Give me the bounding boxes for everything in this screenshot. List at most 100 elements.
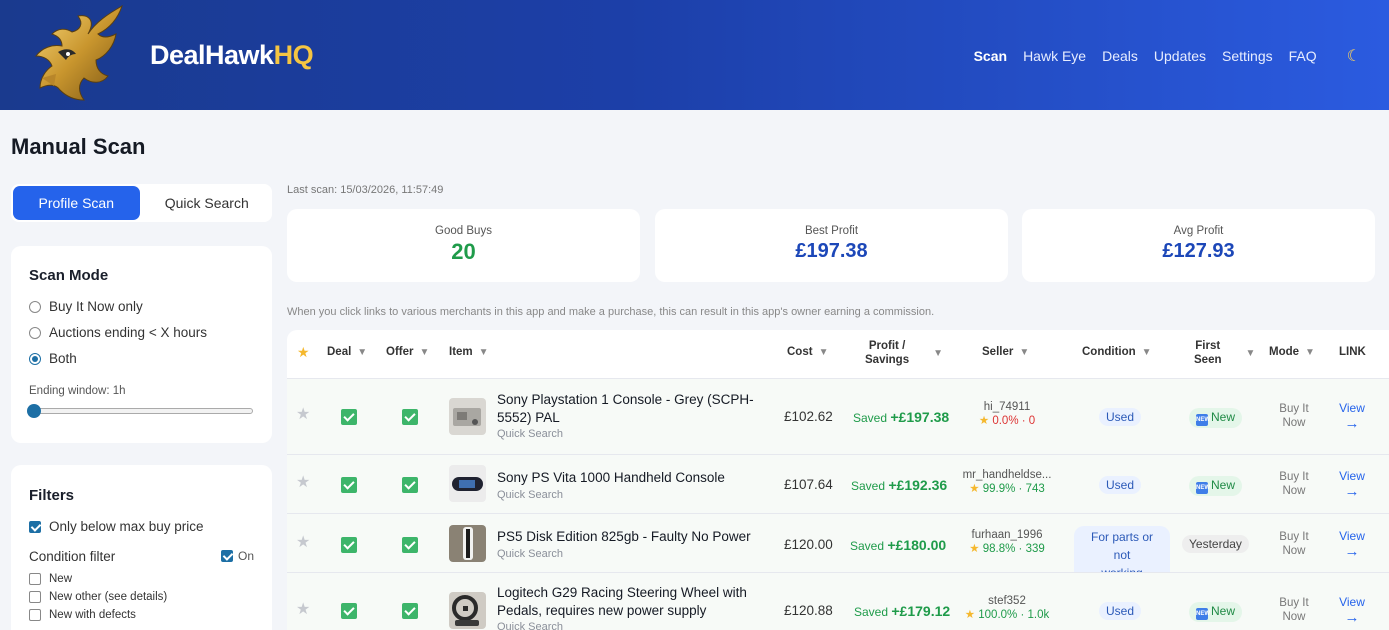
item-title[interactable]: PS5 Disk Edition 825gb - Faulty No Power bbox=[497, 528, 751, 546]
table-row[interactable]: ★ PS5 Disk Edition 825gb - Faulty No Pow… bbox=[287, 514, 1389, 584]
table-row[interactable]: ★ Sony Playstation 1 Console - Grey (SCP… bbox=[287, 379, 1389, 454]
item-thumbnail[interactable] bbox=[449, 525, 486, 562]
below-max-checkbox[interactable] bbox=[29, 520, 41, 533]
filter-icon[interactable]: ▼ bbox=[1246, 348, 1256, 359]
scan-type-tabs: Profile Scan Quick Search bbox=[11, 184, 272, 222]
arrow-right-icon[interactable]: → bbox=[1345, 543, 1360, 560]
tab-profile-scan[interactable]: Profile Scan bbox=[13, 186, 140, 220]
condition-filter-toggle[interactable]: On bbox=[220, 549, 254, 563]
radio-button[interactable] bbox=[29, 326, 41, 339]
view-link[interactable]: View → bbox=[1334, 468, 1370, 500]
filter-icon[interactable]: ▼ bbox=[1142, 347, 1152, 358]
col-cost[interactable]: Cost ▼ bbox=[787, 346, 828, 358]
col-first-seen[interactable]: First Seen ▼ bbox=[1194, 339, 1255, 367]
deal-check-icon bbox=[341, 603, 357, 619]
filters-title: Filters bbox=[29, 487, 75, 504]
filters-card: Filters Only below max buy price Conditi… bbox=[11, 465, 272, 630]
star-icon[interactable]: ★ bbox=[296, 599, 310, 619]
radio-buy-it-now[interactable]: Buy It Now only bbox=[29, 299, 143, 314]
filter-icon[interactable]: ▼ bbox=[1305, 347, 1315, 358]
item-thumbnail[interactable] bbox=[449, 465, 486, 502]
nav-scan[interactable]: Scan bbox=[974, 48, 1007, 64]
star-icon[interactable]: ★ bbox=[296, 532, 310, 552]
item-thumbnail[interactable] bbox=[449, 398, 486, 435]
radio-button-selected[interactable] bbox=[29, 352, 41, 365]
item-title[interactable]: Sony Playstation 1 Console - Grey (SCPH-… bbox=[497, 391, 754, 427]
condition-badge: Used bbox=[1099, 476, 1142, 494]
condition-filter-label: Condition filter bbox=[29, 549, 116, 564]
star-icon[interactable]: ★ bbox=[296, 472, 310, 492]
col-condition[interactable]: Condition ▼ bbox=[1082, 346, 1152, 358]
hawk-logo-icon[interactable] bbox=[18, 4, 130, 104]
item-cost: £102.62 bbox=[784, 409, 833, 424]
col-item[interactable]: Item ▼ bbox=[449, 346, 489, 358]
moon-icon[interactable]: ☾ bbox=[1347, 46, 1361, 66]
ending-window-slider[interactable] bbox=[27, 404, 253, 418]
radio-button[interactable] bbox=[29, 300, 41, 313]
brand-name[interactable]: DealHawkHQ bbox=[150, 40, 314, 71]
view-link[interactable]: View → bbox=[1334, 400, 1370, 432]
condition-new-other-checkbox[interactable] bbox=[29, 591, 41, 603]
star-header-icon[interactable]: ★ bbox=[297, 344, 310, 361]
view-link[interactable]: View → bbox=[1334, 594, 1370, 626]
results-table: ★ Deal ▼ Offer ▼ Item ▼ Cost ▼ Profit / Savin… bbox=[287, 330, 1389, 630]
item-cost: £107.64 bbox=[784, 477, 833, 492]
seller-info[interactable]: stef352 ★ 100.0% · 1.0k bbox=[952, 595, 1062, 621]
condition-toggle-checkbox[interactable] bbox=[220, 550, 233, 562]
item-title[interactable]: Sony PS Vita 1000 Handheld Console bbox=[497, 469, 725, 487]
table-row[interactable]: ★ Sony PS Vita 1000 Handheld Console Qui… bbox=[287, 455, 1389, 513]
condition-new-other-row[interactable]: New other (see details) bbox=[29, 591, 167, 603]
filter-icon[interactable]: ▼ bbox=[479, 347, 489, 358]
col-profit[interactable]: Profit / Savings ▼ bbox=[865, 339, 943, 367]
nav-updates[interactable]: Updates bbox=[1154, 48, 1206, 64]
seller-name: mr_handheldse... bbox=[962, 469, 1052, 481]
nav-settings[interactable]: Settings bbox=[1222, 48, 1273, 64]
nav-faq[interactable]: FAQ bbox=[1289, 48, 1317, 64]
col-offer[interactable]: Offer ▼ bbox=[386, 346, 429, 358]
table-row[interactable]: ★ Logitech G29 Racing Steering Wheel wit… bbox=[287, 573, 1389, 630]
filter-icon[interactable]: ▼ bbox=[933, 348, 943, 359]
arrow-right-icon[interactable]: → bbox=[1345, 609, 1360, 626]
offer-check-icon bbox=[402, 477, 418, 493]
arrow-right-icon[interactable]: → bbox=[1345, 415, 1360, 432]
stat-value: £127.93 bbox=[1162, 240, 1235, 262]
tab-quick-search[interactable]: Quick Search bbox=[144, 186, 271, 220]
stat-value: 20 bbox=[451, 239, 476, 264]
seller-info[interactable]: furhaan_1996 ★ 98.8% · 339 bbox=[952, 529, 1062, 555]
item-profit: Saved +£180.00 bbox=[850, 537, 947, 553]
item-thumbnail[interactable] bbox=[449, 592, 486, 629]
scan-mode-card: Scan Mode Buy It Now only Auctions endin… bbox=[11, 246, 272, 443]
ending-window-label: Ending window: 1h bbox=[29, 385, 126, 397]
filter-icon[interactable]: ▼ bbox=[357, 347, 367, 358]
new-icon: NEW bbox=[1196, 608, 1210, 620]
col-deal[interactable]: Deal ▼ bbox=[327, 346, 367, 358]
radio-both[interactable]: Both bbox=[29, 351, 77, 366]
radio-auctions[interactable]: Auctions ending < X hours bbox=[29, 325, 207, 340]
item-profit: Saved +£179.12 bbox=[854, 603, 951, 619]
condition-new-row[interactable]: New bbox=[29, 573, 72, 585]
first-seen-badge: Yesterday bbox=[1182, 535, 1249, 553]
seller-info[interactable]: hi_74911 ★ 0.0% · 0 bbox=[952, 401, 1062, 427]
nav-deals[interactable]: Deals bbox=[1102, 48, 1138, 64]
star-icon: ★ bbox=[978, 415, 990, 427]
arrow-right-icon[interactable]: → bbox=[1345, 483, 1360, 500]
below-max-checkbox-row[interactable]: Only below max buy price bbox=[29, 519, 204, 534]
nav-hawk-eye[interactable]: Hawk Eye bbox=[1023, 48, 1086, 64]
col-mode[interactable]: Mode ▼ bbox=[1269, 346, 1315, 358]
item-title[interactable]: Logitech G29 Racing Steering Wheel with P… bbox=[497, 584, 747, 620]
condition-new-defects-checkbox[interactable] bbox=[29, 609, 41, 621]
seller-rating: ★ 100.0% · 1.0k bbox=[964, 609, 1050, 621]
filter-icon[interactable]: ▼ bbox=[819, 347, 829, 358]
filter-icon[interactable]: ▼ bbox=[1019, 347, 1029, 358]
item-source: Quick Search bbox=[497, 428, 564, 440]
col-seller[interactable]: Seller ▼ bbox=[982, 346, 1029, 358]
slider-handle[interactable] bbox=[27, 404, 41, 418]
filter-icon[interactable]: ▼ bbox=[419, 347, 429, 358]
condition-new-defects-row[interactable]: New with defects bbox=[29, 609, 136, 621]
star-icon[interactable]: ★ bbox=[296, 404, 310, 424]
condition-new-checkbox[interactable] bbox=[29, 573, 41, 585]
toggle-label: On bbox=[237, 549, 254, 563]
view-link[interactable]: View → bbox=[1334, 528, 1370, 560]
page-title: Manual Scan bbox=[11, 134, 146, 159]
seller-info[interactable]: mr_handheldse... ★ 99.9% · 743 bbox=[952, 469, 1062, 495]
